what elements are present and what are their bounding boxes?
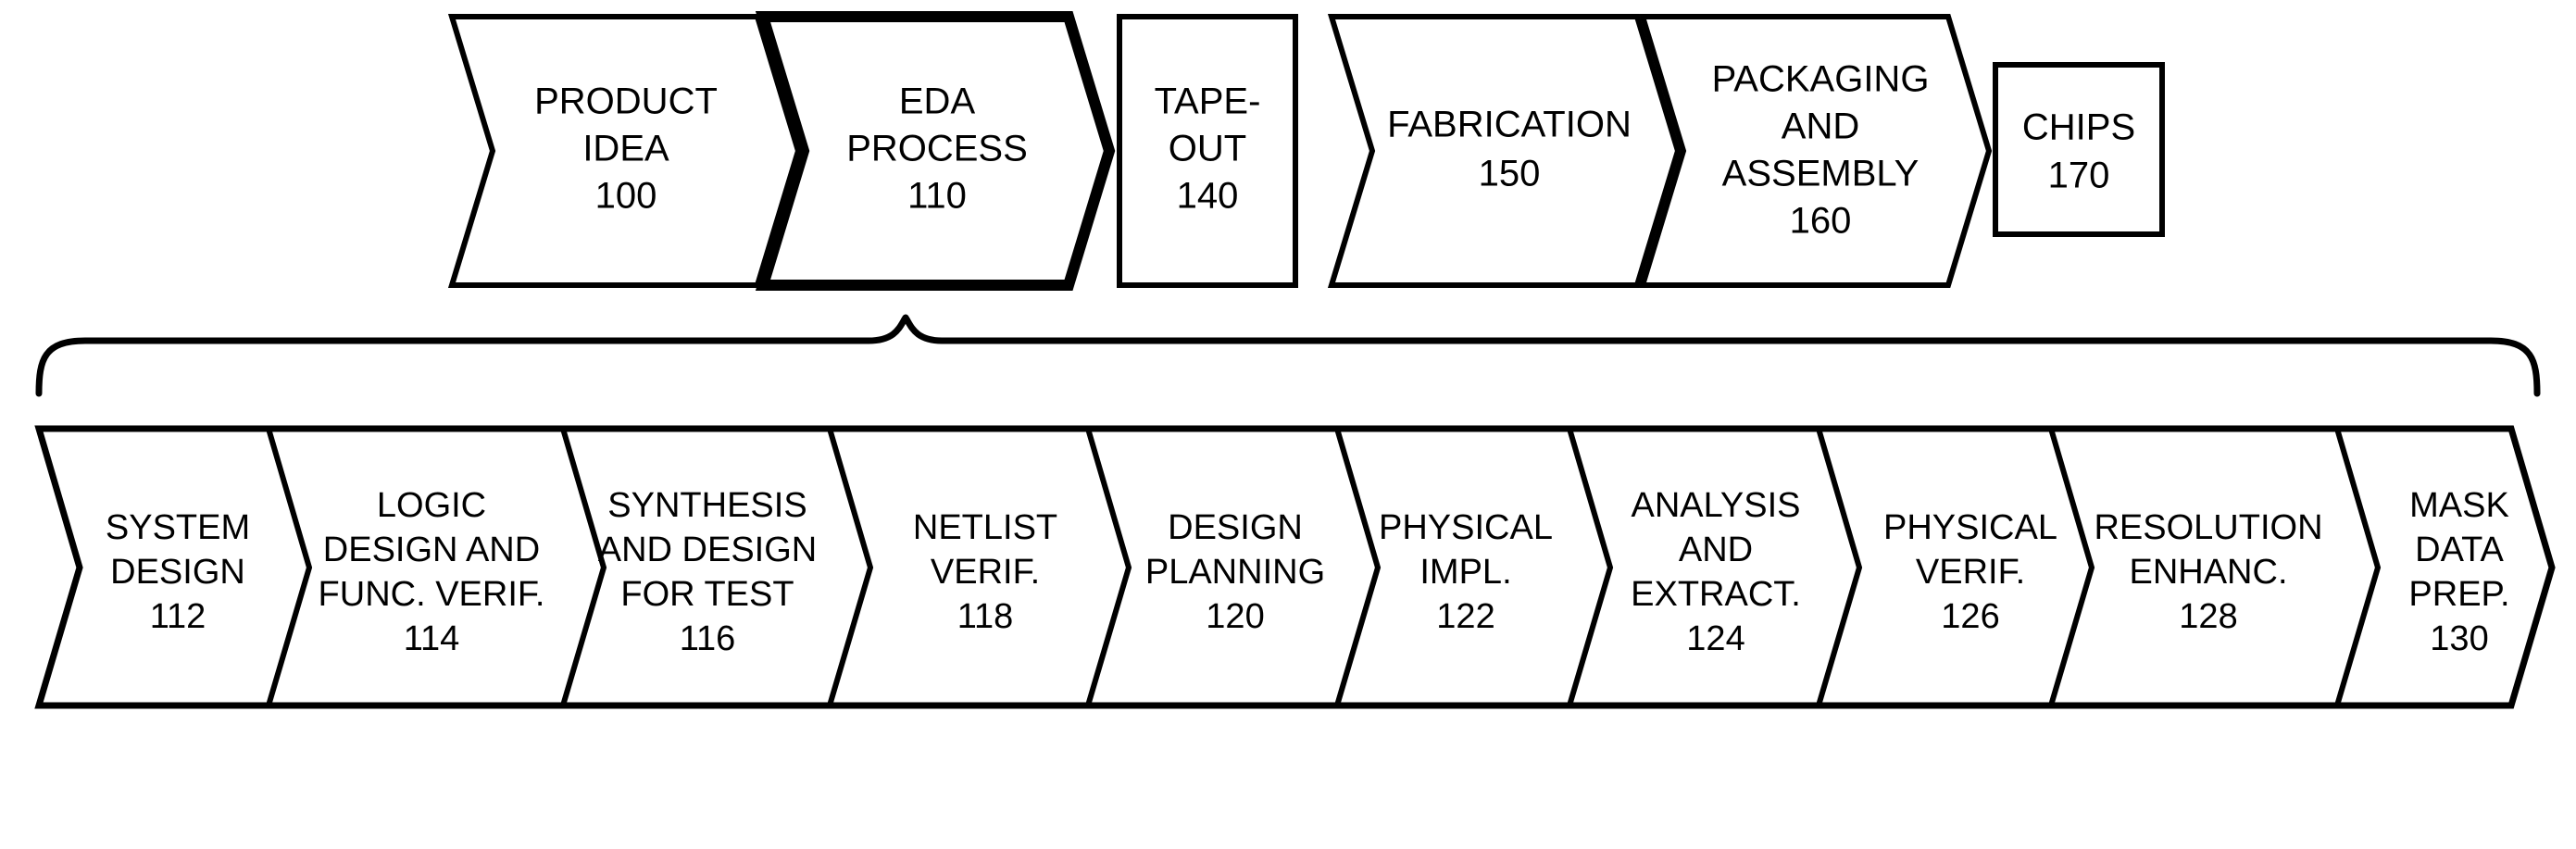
stage-fabrication[interactable]: FABRICATION 150 [1327, 14, 1682, 288]
stage-eda-process[interactable]: EDA PROCESS 110 [755, 10, 1116, 291]
physical-impl-line-2: IMPL. [1419, 553, 1511, 592]
chips-ref: 170 [2048, 156, 2110, 196]
stage-product-idea[interactable]: PRODUCT IDEA 100 [447, 14, 802, 288]
bottom-band-group: SYSTEM DESIGN 112 LOGIC DESIGN AND FUNC.… [34, 425, 2556, 709]
eda-process-ref: 110 [907, 176, 967, 217]
fabrication-ref: 150 [1479, 154, 1541, 194]
tape-out-ref: 140 [1177, 176, 1239, 217]
mask-data-prep-line-3: PREP. [2408, 575, 2509, 614]
packaging-and-assembly-line-3: ASSEMBLY [1722, 154, 1919, 194]
stage-chips[interactable]: CHIPS 170 [1993, 62, 2165, 237]
synthesis-and-design-for-test-line-2: AND DESIGN [598, 531, 817, 569]
logic-design-and-func-verif-line-3: FUNC. VERIF. [319, 575, 545, 614]
system-design-line-1: SYSTEM [106, 508, 250, 547]
eda-design-flow-diagram: PRODUCT IDEA 100 EDA PROCESS 110 TAPE- O… [34, 10, 2556, 709]
physical-impl-line-1: PHYSICAL [1379, 508, 1553, 547]
netlist-verif-ref: 118 [957, 597, 1014, 636]
resolution-enhanc-line-1: RESOLUTION [2094, 508, 2322, 547]
stage-packaging-and-assembly[interactable]: PACKAGING AND ASSEMBLY 160 [1638, 14, 1993, 288]
netlist-verif-line-1: NETLIST [913, 508, 1057, 547]
physical-impl-ref: 122 [1436, 597, 1494, 636]
design-planning-line-2: PLANNING [1145, 553, 1325, 592]
synthesis-and-design-for-test-line-3: FOR TEST [620, 575, 794, 614]
resolution-enhanc-line-2: ENHANC. [2129, 553, 2287, 592]
tape-out-line-1: TAPE- [1155, 81, 1261, 122]
chips-line-1: CHIPS [2022, 107, 2135, 148]
design-planning-ref: 120 [1206, 597, 1264, 636]
eda-process-line-1: EDA [899, 81, 976, 122]
brace-path-icon [35, 314, 2541, 397]
packaging-and-assembly-line-1: PACKAGING [1712, 59, 1930, 100]
system-design-ref: 112 [150, 597, 206, 636]
chips-rect-shape [1993, 62, 2165, 237]
packaging-and-assembly-line-2: AND [1782, 106, 1859, 147]
fabrication-line-1: FABRICATION [1387, 105, 1632, 145]
resolution-enhanc-ref: 128 [2179, 597, 2237, 636]
physical-verif-line-2: VERIF. [1916, 553, 2025, 592]
packaging-and-assembly-ref: 160 [1790, 201, 1852, 242]
product-idea-line-1: PRODUCT [534, 81, 718, 122]
mask-data-prep-line-2: DATA [2415, 531, 2504, 569]
stage-tape-out[interactable]: TAPE- OUT 140 [1117, 14, 1298, 288]
top-row-group: PRODUCT IDEA 100 EDA PROCESS 110 TAPE- O… [447, 10, 2165, 291]
physical-verif-ref: 126 [1941, 597, 1999, 636]
logic-design-and-func-verif-line-1: LOGIC [377, 486, 486, 525]
analysis-and-extract-ref: 124 [1686, 619, 1744, 658]
logic-design-and-func-verif-ref: 114 [404, 619, 460, 658]
mask-data-prep-line-1: MASK [2409, 486, 2509, 525]
diagram-canvas: PRODUCT IDEA 100 EDA PROCESS 110 TAPE- O… [0, 0, 2576, 849]
mask-data-prep-ref: 130 [2430, 619, 2488, 658]
analysis-and-extract-line-3: EXTRACT. [1631, 575, 1801, 614]
tape-out-line-2: OUT [1169, 129, 1246, 169]
synthesis-and-design-for-test-line-1: SYNTHESIS [607, 486, 807, 525]
analysis-and-extract-line-2: AND [1679, 531, 1753, 569]
product-idea-line-2: IDEA [582, 129, 669, 169]
system-design-line-2: DESIGN [110, 553, 245, 592]
eda-process-expansion-brace [35, 314, 2541, 397]
physical-verif-line-1: PHYSICAL [1883, 508, 2057, 547]
product-idea-ref: 100 [595, 176, 657, 217]
analysis-and-extract-line-1: ANALYSIS [1631, 486, 1800, 525]
packaging-and-assembly-chevron-shape [1638, 14, 1993, 288]
netlist-verif-line-2: VERIF. [931, 553, 1040, 592]
eda-process-line-2: PROCESS [846, 129, 1028, 169]
synthesis-and-design-for-test-ref: 116 [680, 619, 736, 658]
design-planning-line-1: DESIGN [1168, 508, 1303, 547]
logic-design-and-func-verif-line-2: DESIGN AND [323, 531, 540, 569]
fabrication-chevron-shape [1327, 14, 1682, 288]
